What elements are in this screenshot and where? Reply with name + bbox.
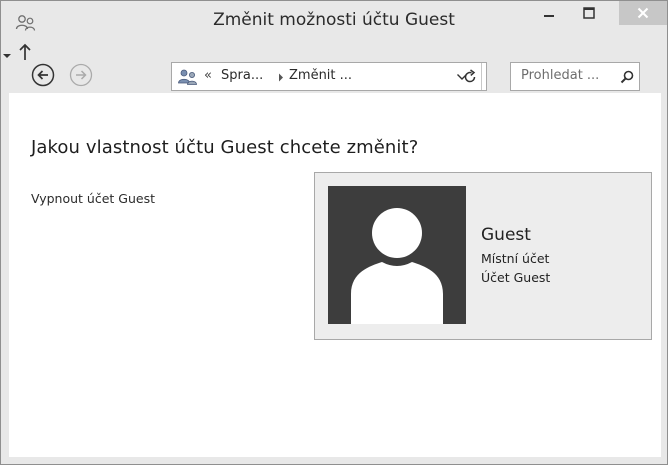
dropdown-icon[interactable] — [1, 51, 13, 61]
address-bar[interactable]: « Spra... Změnit ... — [171, 62, 487, 91]
search-input[interactable]: Prohledat ... — [521, 68, 599, 83]
breadcrumb-item[interactable]: Spra... — [221, 68, 263, 83]
title-bar[interactable]: Změnit možnosti účtu Guest — [1, 1, 667, 43]
window: Změnit možnosti účtu Guest « Spra... Změ… — [0, 0, 668, 465]
refresh-button[interactable] — [455, 62, 485, 91]
content-pane: Jakou vlastnost účtu Guest chcete změnit… — [9, 93, 661, 457]
close-button[interactable] — [619, 1, 667, 25]
avatar — [328, 186, 466, 324]
maximize-icon — [583, 7, 595, 19]
close-icon — [637, 7, 649, 19]
back-arrow-icon[interactable] — [31, 63, 55, 87]
chevron-right-icon[interactable] — [278, 73, 284, 82]
disable-guest-link[interactable]: Vypnout účet Guest — [31, 191, 155, 206]
account-card: Guest Místní účet Účet Guest — [314, 172, 652, 340]
forward-arrow-icon[interactable] — [69, 63, 93, 87]
users-icon — [178, 69, 197, 85]
page-title: Jakou vlastnost účtu Guest chcete změnit… — [31, 137, 419, 158]
account-type: Místní účet — [481, 251, 550, 266]
minimize-button[interactable] — [529, 1, 569, 25]
navigation-toolbar: « Spra... Změnit ... Prohledat ... — [1, 43, 667, 93]
search-box[interactable]: Prohledat ... — [510, 62, 640, 91]
breadcrumb-item[interactable]: Změnit ... — [289, 68, 352, 83]
account-name: Guest — [481, 225, 531, 245]
user-silhouette-icon — [351, 208, 443, 324]
account-description: Účet Guest — [481, 270, 551, 285]
refresh-icon — [464, 68, 476, 82]
maximize-button[interactable] — [569, 1, 609, 25]
address-overflow-chevron[interactable]: « — [204, 68, 212, 83]
minimize-icon — [544, 15, 554, 17]
search-icon[interactable] — [620, 70, 634, 84]
up-arrow-icon[interactable] — [18, 43, 32, 61]
